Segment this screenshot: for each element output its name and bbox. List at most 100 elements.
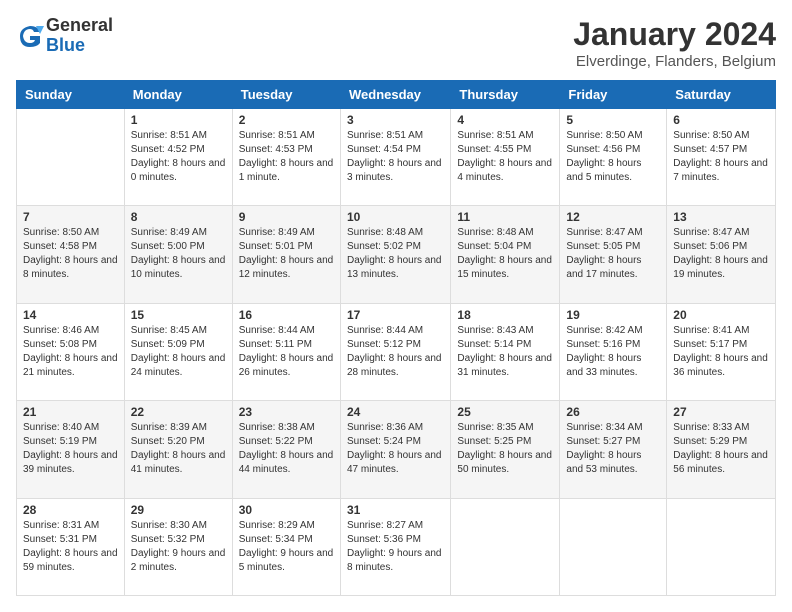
day-number: 21: [23, 405, 118, 419]
cell-week1-day2: 2Sunrise: 8:51 AMSunset: 4:53 PMDaylight…: [232, 109, 340, 206]
cell-week2-day2: 9 Sunrise: 8:49 AMSunset: 5:01 PMDaylight…: [232, 206, 340, 303]
day-info: Sunrise: 8:45 AMSunset: 5:09 PMDaylight:…: [131, 324, 226, 380]
day-number: 15: [131, 308, 226, 322]
cell-week2-day6: 13 Sunrise: 8:47 AMSunset: 5:06 PMDayligh…: [667, 206, 776, 303]
week-row-2: 7 Sunrise: 8:50 AMSunset: 4:58 PMDaylight…: [17, 206, 776, 303]
week-row-3: 14Sunrise: 8:46 AMSunset: 5:08 PMDayligh…: [17, 303, 776, 400]
cell-week1-day5: 5 Sunrise: 8:50 AMSunset: 4:56 PMDaylight…: [560, 109, 667, 206]
day-number: 14: [23, 308, 118, 322]
cell-week4-day4: 25Sunrise: 8:35 AMSunset: 5:25 PMDayligh…: [451, 401, 560, 498]
day-info: Sunrise: 8:50 AMSunset: 4:57 PMDaylight:…: [673, 129, 769, 185]
cell-week3-day3: 17 Sunrise: 8:44 AMSunset: 5:12 PMDayligh…: [340, 303, 450, 400]
day-number: 3: [347, 113, 444, 127]
cell-week3-day4: 18 Sunrise: 8:43 AMSunset: 5:14 PMDayligh…: [451, 303, 560, 400]
day-info: Sunrise: 8:34 AMSunset: 5:27 PMDaylight:…: [566, 421, 660, 477]
cell-week5-day3: 31Sunrise: 8:27 AMSunset: 5:36 PMDayligh…: [340, 498, 450, 595]
cell-week1-day4: 4 Sunrise: 8:51 AMSunset: 4:55 PMDaylight…: [451, 109, 560, 206]
day-info: Sunrise: 8:49 AMSunset: 5:00 PMDaylight:…: [131, 226, 226, 282]
cell-week5-day1: 29 Sunrise: 8:30 AMSunset: 5:32 PMDayligh…: [124, 498, 232, 595]
logo-general-text: General: [46, 16, 113, 36]
cell-week4-day5: 26 Sunrise: 8:34 AMSunset: 5:27 PMDayligh…: [560, 401, 667, 498]
cell-week4-day3: 24 Sunrise: 8:36 AMSunset: 5:24 PMDayligh…: [340, 401, 450, 498]
day-number: 12: [566, 210, 660, 224]
day-info: Sunrise: 8:51 AMSunset: 4:53 PMDaylight:…: [239, 129, 334, 185]
day-number: 7: [23, 210, 118, 224]
calendar-table: Sunday Monday Tuesday Wednesday Thursday…: [16, 80, 776, 596]
day-info: Sunrise: 8:51 AMSunset: 4:52 PMDaylight:…: [131, 129, 226, 185]
day-number: 17: [347, 308, 444, 322]
cell-week3-day2: 16Sunrise: 8:44 AMSunset: 5:11 PMDayligh…: [232, 303, 340, 400]
week-row-5: 28Sunrise: 8:31 AMSunset: 5:31 PMDayligh…: [17, 498, 776, 595]
day-info: Sunrise: 8:30 AMSunset: 5:32 PMDaylight:…: [131, 519, 226, 575]
calendar: Sunday Monday Tuesday Wednesday Thursday…: [16, 80, 776, 596]
header: General Blue January 2024 Elverdinge, Fl…: [16, 16, 776, 70]
logo-blue-text: Blue: [46, 36, 113, 56]
cell-week2-day4: 11Sunrise: 8:48 AMSunset: 5:04 PMDayligh…: [451, 206, 560, 303]
logo-text: General Blue: [46, 16, 113, 56]
page: General Blue January 2024 Elverdinge, Fl…: [0, 0, 792, 612]
day-info: Sunrise: 8:39 AMSunset: 5:20 PMDaylight:…: [131, 421, 226, 477]
day-number: 8: [131, 210, 226, 224]
day-info: Sunrise: 8:31 AMSunset: 5:31 PMDaylight:…: [23, 519, 118, 575]
logo: General Blue: [16, 16, 113, 56]
day-info: Sunrise: 8:42 AMSunset: 5:16 PMDaylight:…: [566, 324, 660, 380]
cell-week1-day1: 1Sunrise: 8:51 AMSunset: 4:52 PMDaylight…: [124, 109, 232, 206]
calendar-body: 1Sunrise: 8:51 AMSunset: 4:52 PMDaylight…: [17, 109, 776, 596]
day-number: 5: [566, 113, 660, 127]
day-info: Sunrise: 8:44 AMSunset: 5:12 PMDaylight:…: [347, 324, 444, 380]
day-number: 24: [347, 405, 444, 419]
day-number: 4: [457, 113, 553, 127]
cell-week5-day4: [451, 498, 560, 595]
cell-week4-day1: 22 Sunrise: 8:39 AMSunset: 5:20 PMDayligh…: [124, 401, 232, 498]
day-info: Sunrise: 8:38 AMSunset: 5:22 PMDaylight:…: [239, 421, 334, 477]
title-block: January 2024 Elverdinge, Flanders, Belgi…: [573, 16, 776, 70]
cell-week2-day0: 7 Sunrise: 8:50 AMSunset: 4:58 PMDaylight…: [17, 206, 125, 303]
logo-icon: [16, 22, 44, 50]
day-info: Sunrise: 8:29 AMSunset: 5:34 PMDaylight:…: [239, 519, 334, 575]
col-thursday: Thursday: [451, 81, 560, 109]
cell-week5-day5: [560, 498, 667, 595]
day-number: 9: [239, 210, 334, 224]
cell-week4-day6: 27Sunrise: 8:33 AMSunset: 5:29 PMDayligh…: [667, 401, 776, 498]
cell-week3-day1: 15 Sunrise: 8:45 AMSunset: 5:09 PMDayligh…: [124, 303, 232, 400]
cell-week4-day0: 21 Sunrise: 8:40 AMSunset: 5:19 PMDayligh…: [17, 401, 125, 498]
cell-week3-day6: 20 Sunrise: 8:41 AMSunset: 5:17 PMDayligh…: [667, 303, 776, 400]
day-info: Sunrise: 8:51 AMSunset: 4:54 PMDaylight:…: [347, 129, 444, 185]
day-info: Sunrise: 8:40 AMSunset: 5:19 PMDaylight:…: [23, 421, 118, 477]
day-info: Sunrise: 8:44 AMSunset: 5:11 PMDaylight:…: [239, 324, 334, 380]
day-info: Sunrise: 8:48 AMSunset: 5:02 PMDaylight:…: [347, 226, 444, 282]
day-info: Sunrise: 8:43 AMSunset: 5:14 PMDaylight:…: [457, 324, 553, 380]
day-info: Sunrise: 8:50 AMSunset: 4:56 PMDaylight:…: [566, 129, 660, 185]
day-info: Sunrise: 8:36 AMSunset: 5:24 PMDaylight:…: [347, 421, 444, 477]
day-number: 20: [673, 308, 769, 322]
cell-week2-day3: 10Sunrise: 8:48 AMSunset: 5:02 PMDayligh…: [340, 206, 450, 303]
day-info: Sunrise: 8:47 AMSunset: 5:05 PMDaylight:…: [566, 226, 660, 282]
col-monday: Monday: [124, 81, 232, 109]
day-number: 25: [457, 405, 553, 419]
header-row: Sunday Monday Tuesday Wednesday Thursday…: [17, 81, 776, 109]
month-title: January 2024: [573, 16, 776, 53]
cell-week1-day3: 3 Sunrise: 8:51 AMSunset: 4:54 PMDaylight…: [340, 109, 450, 206]
day-number: 13: [673, 210, 769, 224]
col-wednesday: Wednesday: [340, 81, 450, 109]
day-number: 19: [566, 308, 660, 322]
cell-week1-day0: [17, 109, 125, 206]
day-number: 18: [457, 308, 553, 322]
cell-week2-day5: 12 Sunrise: 8:47 AMSunset: 5:05 PMDayligh…: [560, 206, 667, 303]
day-number: 31: [347, 503, 444, 517]
day-number: 29: [131, 503, 226, 517]
col-sunday: Sunday: [17, 81, 125, 109]
day-number: 27: [673, 405, 769, 419]
day-info: Sunrise: 8:51 AMSunset: 4:55 PMDaylight:…: [457, 129, 553, 185]
day-info: Sunrise: 8:47 AMSunset: 5:06 PMDaylight:…: [673, 226, 769, 282]
day-number: 22: [131, 405, 226, 419]
day-info: Sunrise: 8:49 AMSunset: 5:01 PMDaylight:…: [239, 226, 334, 282]
col-tuesday: Tuesday: [232, 81, 340, 109]
cell-week5-day2: 30Sunrise: 8:29 AMSunset: 5:34 PMDayligh…: [232, 498, 340, 595]
day-info: Sunrise: 8:41 AMSunset: 5:17 PMDaylight:…: [673, 324, 769, 380]
cell-week5-day0: 28Sunrise: 8:31 AMSunset: 5:31 PMDayligh…: [17, 498, 125, 595]
cell-week2-day1: 8 Sunrise: 8:49 AMSunset: 5:00 PMDaylight…: [124, 206, 232, 303]
day-number: 26: [566, 405, 660, 419]
day-info: Sunrise: 8:50 AMSunset: 4:58 PMDaylight:…: [23, 226, 118, 282]
week-row-4: 21 Sunrise: 8:40 AMSunset: 5:19 PMDayligh…: [17, 401, 776, 498]
